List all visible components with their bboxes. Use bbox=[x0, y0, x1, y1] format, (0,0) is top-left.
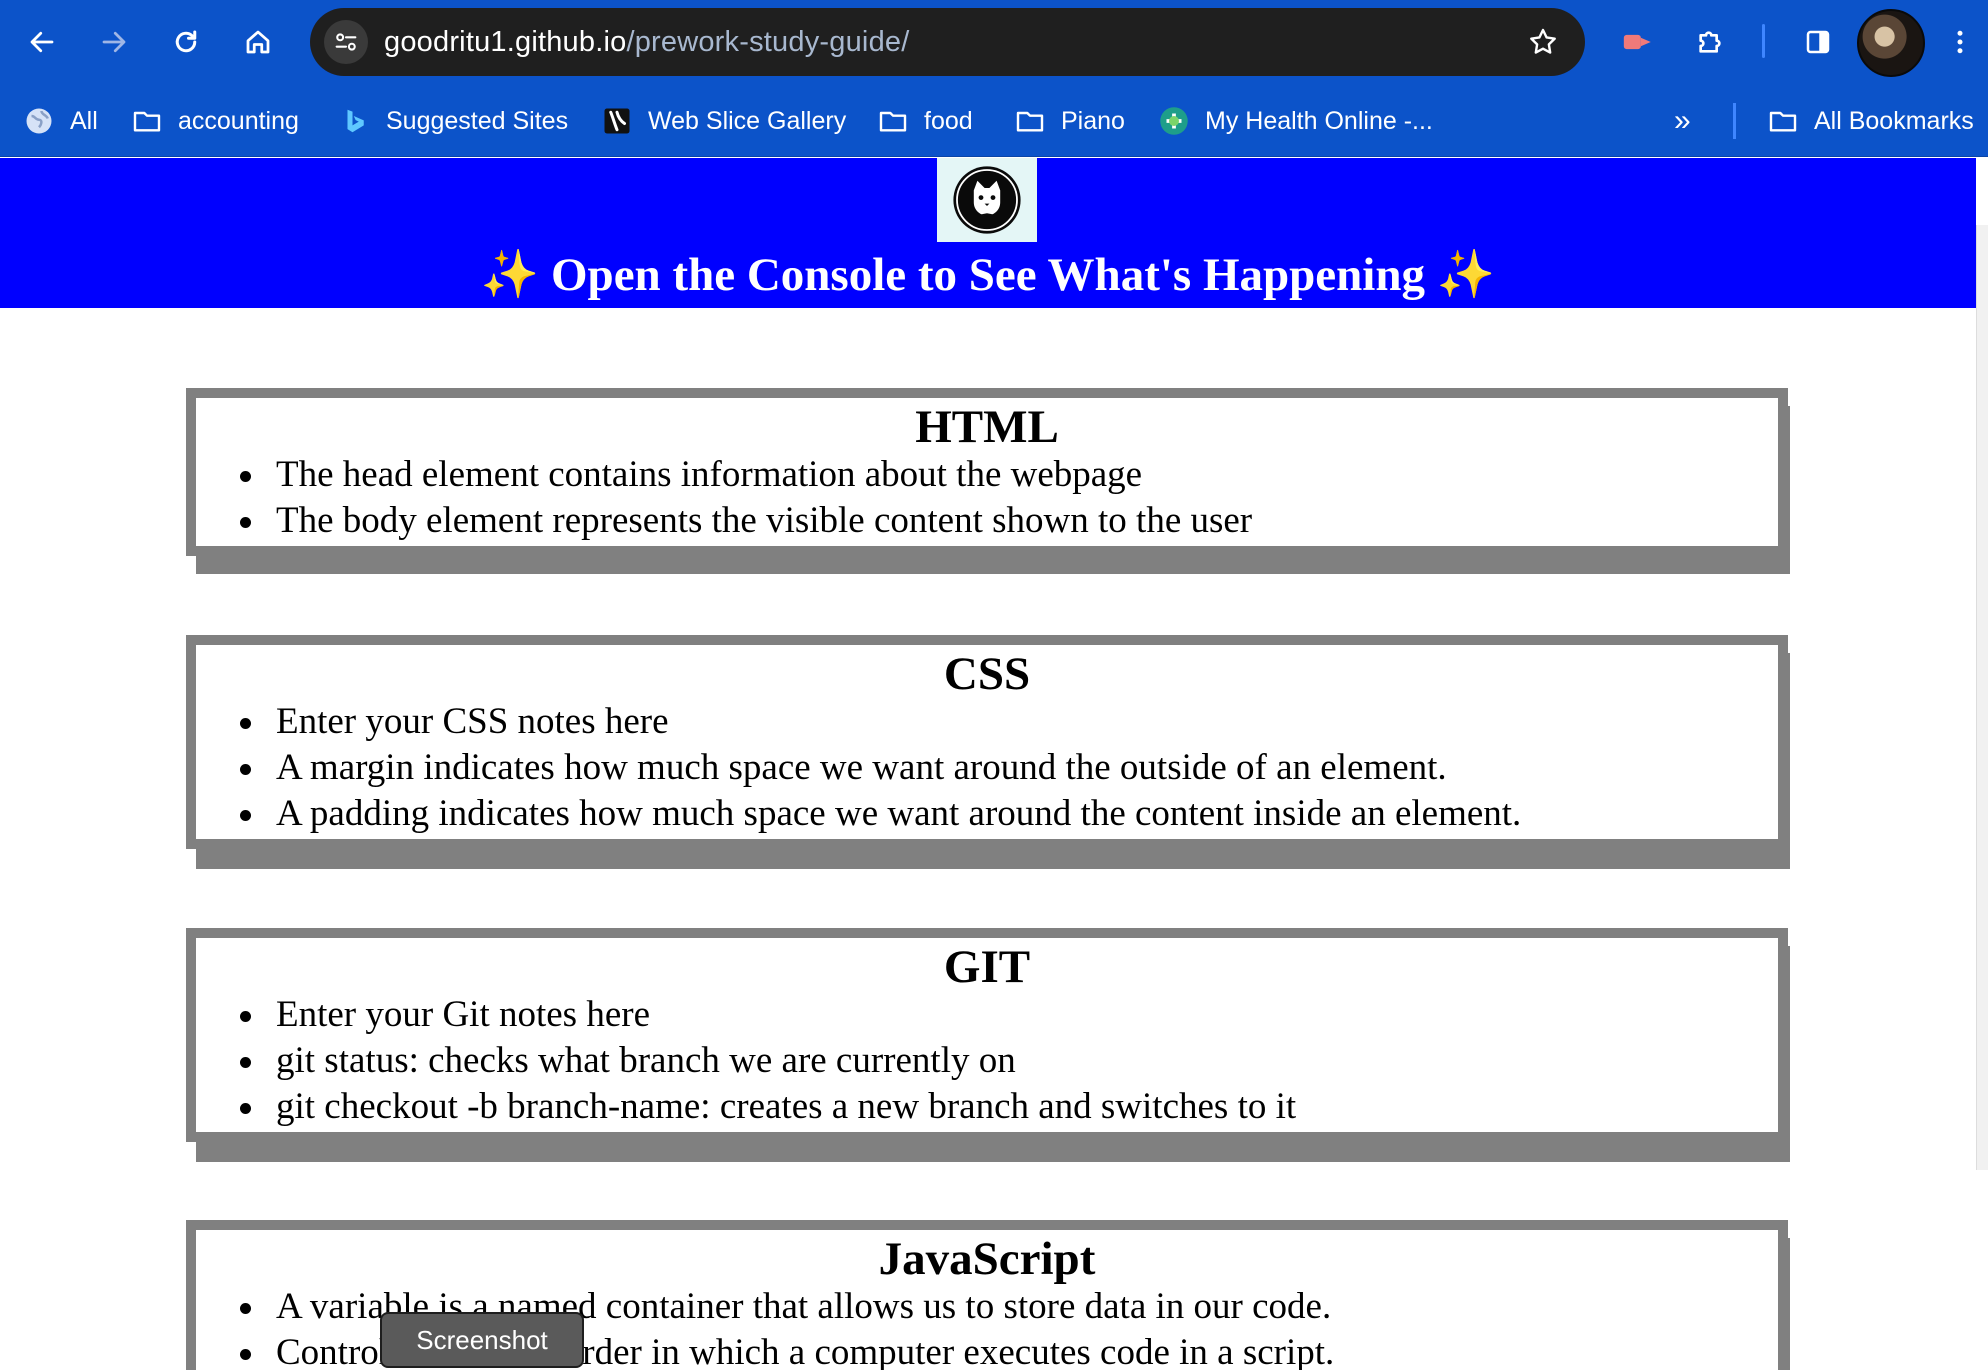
site-logo bbox=[937, 158, 1037, 242]
bookmark-web-slice-gallery[interactable]: Web Slice Gallery bbox=[600, 85, 846, 157]
section-card-html: HTML The head element contains informati… bbox=[186, 388, 1790, 576]
section-list: The head element contains information ab… bbox=[196, 452, 1778, 544]
site-info-button[interactable] bbox=[324, 20, 368, 64]
list-item: Enter your CSS notes here bbox=[240, 699, 1778, 745]
section-list: Enter your Git notes here git status: ch… bbox=[196, 992, 1778, 1130]
bookmarks-bar: All accounting Suggested Sites Web Slice… bbox=[0, 85, 1988, 157]
menu-kebab-icon bbox=[1957, 30, 1963, 54]
bookmark-label: Suggested Sites bbox=[386, 106, 569, 135]
folder-icon bbox=[876, 104, 910, 138]
bookmark-label: Piano bbox=[1061, 106, 1125, 135]
extension-action-button[interactable] bbox=[1616, 20, 1660, 64]
bookmark-star-icon bbox=[1530, 28, 1556, 54]
bookmark-label: All Bookmarks bbox=[1814, 106, 1974, 135]
home-button[interactable] bbox=[236, 20, 280, 64]
section-card: CSS Enter your CSS notes here A margin i… bbox=[186, 635, 1788, 849]
url-path: /prework-study-guide/ bbox=[626, 26, 910, 58]
page-scrollbar[interactable] bbox=[1976, 225, 1988, 1170]
bookmark-star-button[interactable] bbox=[1523, 22, 1563, 62]
home-icon bbox=[246, 30, 270, 54]
globe-icon bbox=[22, 104, 56, 138]
address-bar[interactable]: goodritu1.github.io/prework-study-guide/ bbox=[310, 8, 1585, 76]
bookmark-my-health-online[interactable]: My Health Online -... bbox=[1157, 85, 1433, 157]
bookmark-label: accounting bbox=[178, 106, 299, 135]
reload-button[interactable] bbox=[164, 20, 208, 64]
folder-icon bbox=[1766, 104, 1800, 138]
bookmark-accounting[interactable]: accounting bbox=[130, 85, 299, 157]
bookmark-label: food bbox=[924, 106, 973, 135]
toolbar-divider bbox=[1762, 24, 1765, 58]
bing-icon bbox=[338, 104, 372, 138]
bookmark-label: My Health Online -... bbox=[1205, 106, 1433, 135]
cat-logo-icon bbox=[953, 166, 1021, 234]
section-title: GIT bbox=[943, 941, 1031, 993]
site-info-icon bbox=[335, 33, 357, 51]
page-header: ✨ Open the Console to See What's Happeni… bbox=[0, 158, 1976, 308]
list-item: git checkout -b branch-name: creates a n… bbox=[240, 1084, 1778, 1130]
url-host: goodritu1.github.io bbox=[384, 26, 627, 58]
sparkle-icon: ✨ bbox=[1436, 249, 1496, 301]
bookmark-food[interactable]: food bbox=[876, 85, 973, 157]
back-icon bbox=[30, 31, 54, 53]
bookmarks-overflow-button[interactable]: » bbox=[1674, 85, 1691, 157]
browser-toolbar: goodritu1.github.io/prework-study-guide/ bbox=[0, 0, 1988, 85]
side-panel-button[interactable] bbox=[1796, 20, 1840, 64]
profile-avatar[interactable] bbox=[1857, 9, 1925, 77]
section-card-git: GIT Enter your Git notes here git status… bbox=[186, 928, 1790, 1162]
chevron-double-right-icon: » bbox=[1674, 104, 1691, 137]
list-item: The body element represents the visible … bbox=[240, 498, 1778, 544]
menu-button[interactable] bbox=[1940, 20, 1980, 64]
section-card: GIT Enter your Git notes here git status… bbox=[186, 928, 1788, 1142]
bookmark-piano[interactable]: Piano bbox=[1013, 85, 1125, 157]
section-title: JavaScript bbox=[878, 1233, 1096, 1285]
list-item: The head element contains information ab… bbox=[240, 452, 1778, 498]
section-card: HTML The head element contains informati… bbox=[186, 388, 1788, 556]
screenshot-tooltip: Screenshot bbox=[380, 1312, 584, 1368]
back-button[interactable] bbox=[20, 20, 64, 64]
forward-icon bbox=[102, 31, 126, 53]
reload-icon bbox=[175, 30, 197, 53]
extensions-puzzle-icon bbox=[1699, 31, 1721, 53]
section-title: HTML bbox=[915, 401, 1059, 453]
list-item: A margin indicates how much space we wan… bbox=[240, 745, 1778, 791]
bookmark-label: Web Slice Gallery bbox=[648, 106, 847, 135]
bookmark-all[interactable]: All bbox=[22, 85, 98, 157]
section-list: Enter your CSS notes here A margin indic… bbox=[196, 699, 1778, 837]
list-item: git status: checks what branch we are cu… bbox=[240, 1038, 1778, 1084]
url-text[interactable]: goodritu1.github.io/prework-study-guide/ bbox=[384, 8, 909, 76]
forward-button[interactable] bbox=[92, 20, 136, 64]
sparkle-icon: ✨ bbox=[480, 249, 540, 301]
bookmark-all-bookmarks[interactable]: All Bookmarks bbox=[1766, 85, 1974, 157]
side-panel-icon bbox=[1806, 30, 1830, 54]
page-title: ✨ Open the Console to See What's Happeni… bbox=[0, 242, 1976, 308]
extensions-button[interactable] bbox=[1688, 20, 1732, 64]
list-item: Enter your Git notes here bbox=[240, 992, 1778, 1038]
section-card-css: CSS Enter your CSS notes here A margin i… bbox=[186, 635, 1790, 869]
bookmark-suggested-sites[interactable]: Suggested Sites bbox=[338, 85, 568, 157]
section-title: CSS bbox=[943, 648, 1031, 700]
page-title-text: Open the Console to See What's Happening bbox=[551, 249, 1425, 301]
extension-action-icon bbox=[1623, 34, 1651, 50]
list-item: A padding indicates how much space we wa… bbox=[240, 791, 1778, 837]
bookmarks-divider bbox=[1733, 103, 1736, 139]
folder-icon bbox=[1013, 104, 1047, 138]
health-icon bbox=[1157, 104, 1191, 138]
web-slice-icon bbox=[600, 104, 634, 138]
folder-icon bbox=[130, 104, 164, 138]
bookmark-label: All bbox=[70, 106, 98, 135]
